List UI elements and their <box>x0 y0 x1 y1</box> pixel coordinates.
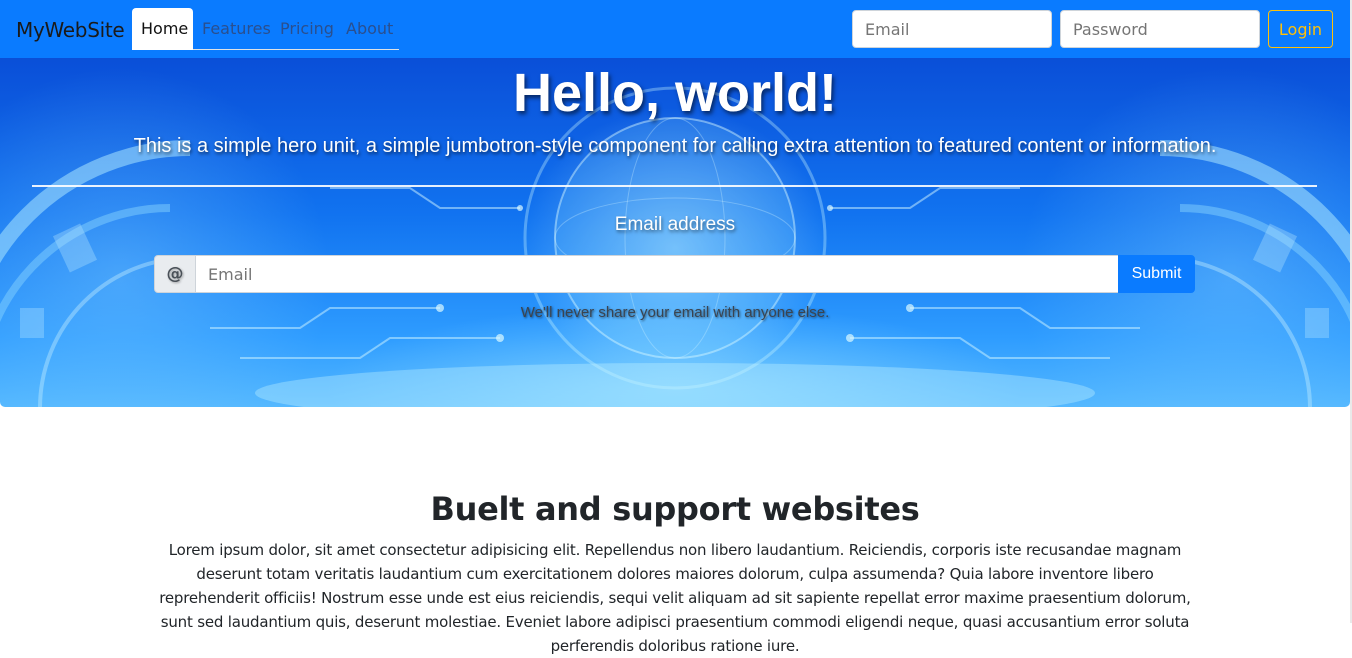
tab-about[interactable]: About <box>346 8 393 50</box>
hero-lead: This is a simple hero unit, a simple jum… <box>133 135 1217 157</box>
nav-password-input[interactable] <box>1060 10 1260 48</box>
email-address-label: Email address <box>614 214 736 235</box>
nav-tabs: Home Features Pricing About <box>132 8 399 50</box>
submit-button[interactable]: Submit <box>1118 255 1195 293</box>
hero-divider <box>32 185 1317 187</box>
login-button[interactable]: Login <box>1268 10 1333 48</box>
tab-home[interactable]: Home <box>132 8 193 50</box>
email-help-text: We'll never share your email with anyone… <box>520 304 830 321</box>
section-text: Lorem ipsum dolor, sit amet consectetur … <box>159 541 1191 655</box>
hero-title: Hello, world! <box>513 63 837 123</box>
subscribe-email-input[interactable] <box>195 255 1119 293</box>
navbar: MyWebSite Home Features Pricing About Lo… <box>0 0 1352 58</box>
tab-features[interactable]: Features <box>202 8 271 50</box>
hero-jumbotron: Hello, world! This is a simple hero unit… <box>0 58 1350 407</box>
subscribe-input-group: @ Submit <box>154 255 1195 293</box>
brand-logo[interactable]: MyWebSite <box>16 18 125 42</box>
at-sign-icon: @ <box>154 255 196 293</box>
section-title: Buelt and support websites <box>430 490 920 528</box>
tab-pricing[interactable]: Pricing <box>280 8 334 50</box>
nav-email-input[interactable] <box>852 10 1052 48</box>
